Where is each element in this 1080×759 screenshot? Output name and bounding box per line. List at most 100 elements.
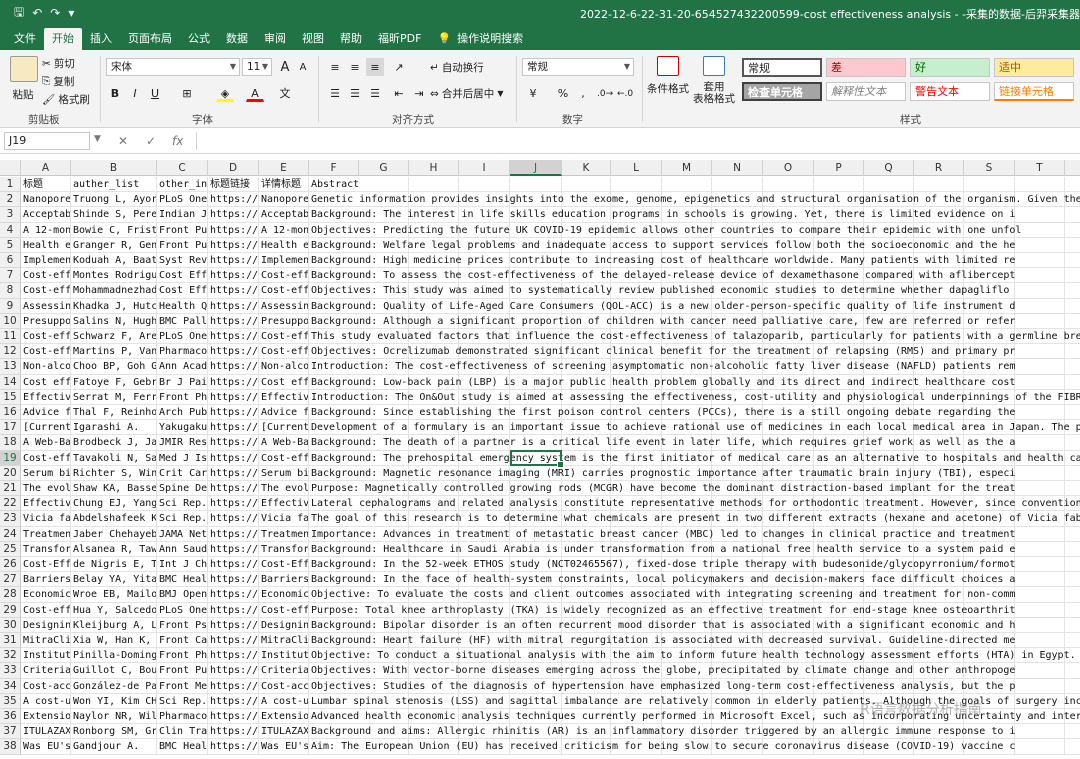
- cell-F16[interactable]: Background: Since establishing the first…: [309, 405, 1080, 421]
- cell-A9[interactable]: Assessing: [21, 298, 71, 314]
- cell-F6[interactable]: Background: High medicine prices contrib…: [309, 253, 1080, 269]
- cell-B26[interactable]: de Nigris E, Tr: [71, 557, 157, 573]
- cell-C3[interactable]: Indian J: [157, 207, 208, 223]
- cell-A1[interactable]: 标题: [21, 177, 71, 193]
- conditional-format-button[interactable]: 条件格式: [646, 56, 690, 96]
- cell-C19[interactable]: Med J Is:: [157, 450, 208, 466]
- cell-C34[interactable]: Front Med: [157, 678, 208, 694]
- column-header-N[interactable]: N: [712, 160, 763, 176]
- cell-F32[interactable]: Objective: To conduct a situational anal…: [309, 648, 1080, 664]
- cell-F17[interactable]: Development of a formulary is an importa…: [309, 420, 1080, 436]
- cell-D3[interactable]: https://p: [208, 207, 259, 223]
- tab-home[interactable]: 开始: [44, 28, 82, 50]
- cell-E33[interactable]: Criteria: [259, 663, 309, 679]
- cell-A24[interactable]: Treatment: [21, 526, 71, 542]
- percent-button[interactable]: %: [554, 84, 572, 102]
- cell-D28[interactable]: https://p: [208, 587, 259, 603]
- cell-C17[interactable]: Yakugaku: [157, 420, 208, 436]
- cell-F27[interactable]: Background: In the face of health-system…: [309, 572, 1080, 588]
- column-header-O[interactable]: O: [763, 160, 814, 176]
- cell-C10[interactable]: BMC Palli: [157, 313, 208, 329]
- cell-B6[interactable]: Koduah A, Baati: [71, 253, 157, 269]
- cell-C38[interactable]: BMC Healt: [157, 739, 208, 755]
- row-header[interactable]: 28: [0, 587, 21, 603]
- orientation-icon[interactable]: ↗: [390, 58, 408, 76]
- cell-F24[interactable]: Importance: Advances in treatment of met…: [309, 527, 1080, 542]
- column-header-D[interactable]: D: [208, 160, 259, 176]
- cell-C12[interactable]: Pharmacoe: [157, 344, 208, 360]
- row-header[interactable]: 27: [0, 572, 21, 588]
- row-header[interactable]: 12: [0, 344, 21, 360]
- cell-F13[interactable]: Introduction: The cost-effectiveness of …: [309, 359, 1080, 375]
- cell-E21[interactable]: The evolu: [259, 481, 309, 497]
- insert-function-icon[interactable]: fx: [172, 134, 183, 148]
- cell-E32[interactable]: Institut:: [259, 648, 309, 664]
- cell-B36[interactable]: Naylor NR, Will: [71, 709, 157, 725]
- cell-A29[interactable]: Cost-effe: [21, 602, 71, 618]
- column-header-T[interactable]: T: [1015, 160, 1065, 176]
- cell-B28[interactable]: Wroe EB, Mailos: [71, 587, 157, 603]
- cell-D35[interactable]: https://p: [208, 693, 259, 709]
- cell-D6[interactable]: https://p: [208, 253, 259, 269]
- column-header-K[interactable]: K: [562, 160, 611, 176]
- cell-C16[interactable]: Arch Publ: [157, 405, 208, 421]
- cell-F34[interactable]: Objectives: Studies of the diagnosis of …: [309, 679, 1080, 694]
- cell-D34[interactable]: https://p: [208, 678, 259, 694]
- cell-A20[interactable]: Serum bic: [21, 465, 71, 481]
- cell-C30[interactable]: Front Psy: [157, 617, 208, 633]
- cell-C11[interactable]: PLoS One.: [157, 329, 208, 345]
- cell-C13[interactable]: Ann Acad: [157, 359, 208, 375]
- cell-B37[interactable]: Ronborg SM, Gre: [71, 724, 157, 740]
- cell-D1[interactable]: 标题链接: [208, 177, 259, 193]
- cell-B27[interactable]: Belay YA, Yitay: [71, 572, 157, 588]
- cell-D13[interactable]: https://p: [208, 359, 259, 375]
- cell-B33[interactable]: Guillot C, Bouc: [71, 663, 157, 679]
- row-header[interactable]: 26: [0, 557, 21, 573]
- cell-A3[interactable]: Acceptab:: [21, 207, 71, 223]
- cell-E15[interactable]: Effective: [259, 389, 309, 405]
- cell-F30[interactable]: Background: Bipolar disorder is an often…: [309, 618, 1080, 633]
- cell-E11[interactable]: Cost-effe: [259, 329, 309, 345]
- cell-F33[interactable]: Objectives: With vector-borne diseases e…: [309, 663, 1080, 679]
- undo-icon[interactable]: ↶: [32, 6, 42, 20]
- format-as-table-button[interactable]: 套用 表格格式: [690, 56, 738, 105]
- cell-C6[interactable]: Syst Rev.: [157, 253, 208, 269]
- cell-C29[interactable]: PLoS One.: [157, 602, 208, 618]
- formula-input[interactable]: [196, 132, 1076, 150]
- cell-D16[interactable]: https://p: [208, 405, 259, 421]
- style-normal[interactable]: 常规: [742, 58, 822, 77]
- cell-F22[interactable]: Lateral cephalograms and related analysi…: [309, 496, 1080, 512]
- cell-E20[interactable]: Serum bic: [259, 465, 309, 481]
- cancel-icon[interactable]: ✕: [118, 134, 128, 148]
- cell-A27[interactable]: Barriers: [21, 572, 71, 588]
- wrap-text-button[interactable]: ↵ 自动换行: [430, 60, 484, 75]
- cell-E19[interactable]: Cost-effe: [259, 450, 309, 466]
- cell-D10[interactable]: https://p: [208, 313, 259, 329]
- cell-C36[interactable]: Pharmacoe: [157, 709, 208, 725]
- cell-E5[interactable]: Health ec: [259, 237, 309, 253]
- select-all-corner[interactable]: [0, 160, 21, 176]
- cell-B30[interactable]: Kleijburg A, Le: [71, 617, 157, 633]
- save-icon[interactable]: 🖫: [14, 3, 24, 24]
- cell-E23[interactable]: Vicia fal: [259, 511, 309, 527]
- cell-A10[interactable]: Presuppo:: [21, 313, 71, 329]
- row-header[interactable]: 22: [0, 496, 21, 512]
- style-check-cell[interactable]: 检查单元格: [742, 82, 822, 101]
- spreadsheet-grid[interactable]: ABCDEFGHIJKLMNOPQRST 1 标题 auther_list other…: [0, 160, 1080, 759]
- decrease-decimal-icon[interactable]: ←.0: [616, 84, 634, 102]
- cell-F7[interactable]: Background: To assess the cost-effective…: [309, 268, 1080, 284]
- cell-C26[interactable]: Int J Chr: [157, 557, 208, 573]
- italic-button[interactable]: I: [126, 84, 144, 102]
- cell-A23[interactable]: Vicia fal: [21, 511, 71, 527]
- cell-F18[interactable]: Background: The death of a partner is a …: [309, 435, 1080, 451]
- cell-A11[interactable]: Cost-effe: [21, 329, 71, 345]
- cell-B16[interactable]: Thal F, Reinhol: [71, 405, 157, 421]
- cell-C21[interactable]: Spine Def: [157, 481, 208, 497]
- row-header[interactable]: 18: [0, 435, 21, 451]
- decrease-indent-icon[interactable]: ⇤: [390, 84, 408, 102]
- cell-A26[interactable]: Cost-Effe: [21, 557, 71, 573]
- cell-A33[interactable]: Criteria: [21, 663, 71, 679]
- cell-E9[interactable]: Assessing: [259, 298, 309, 314]
- cell-D26[interactable]: https://p: [208, 557, 259, 573]
- cell-A34[interactable]: Cost-acc: [21, 678, 71, 694]
